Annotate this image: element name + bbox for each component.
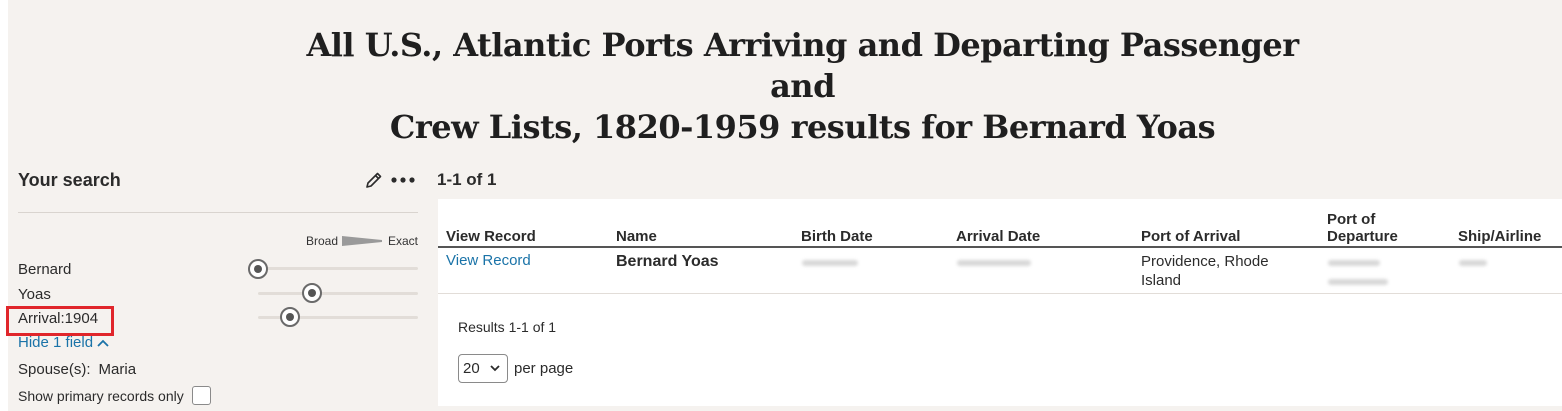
primary-records-label: Show primary records only bbox=[18, 388, 184, 404]
chevron-down-icon bbox=[490, 365, 500, 372]
birth-date-redacted bbox=[802, 260, 858, 266]
per-page-value: 20 bbox=[463, 360, 480, 377]
pencil-icon[interactable] bbox=[364, 170, 384, 190]
ellipsis-icon[interactable] bbox=[390, 170, 418, 190]
hide-fields-link[interactable]: Hide 1 field bbox=[18, 334, 109, 351]
first-name-slider-handle[interactable] bbox=[248, 259, 268, 279]
spouse-field: Spouse(s): Maria bbox=[18, 361, 136, 378]
column-header-ship-airline[interactable]: Ship/Airline bbox=[1458, 228, 1541, 245]
result-port-of-arrival: Providence, Rhode Island bbox=[1141, 253, 1269, 289]
spouse-value: Maria bbox=[98, 361, 137, 378]
search-term-first-name: Bernard bbox=[18, 261, 72, 278]
hide-fields-label: Hide 1 field bbox=[18, 334, 94, 351]
last-name-slider-handle[interactable] bbox=[302, 283, 322, 303]
page-title: All U.S., Atlantic Ports Arriving and De… bbox=[300, 25, 1305, 148]
column-header-view-record: View Record bbox=[446, 228, 536, 245]
port-of-departure-redacted-1 bbox=[1328, 260, 1380, 266]
scale-exact-label: Exact bbox=[388, 234, 419, 248]
result-count: 1-1 of 1 bbox=[437, 170, 497, 189]
result-name: Bernard Yoas bbox=[616, 253, 719, 270]
your-search-heading: Your search bbox=[18, 170, 121, 190]
column-header-birth-date[interactable]: Birth Date bbox=[801, 228, 873, 245]
ship-airline-redacted bbox=[1459, 260, 1487, 266]
results-range-text: Results 1-1 of 1 bbox=[458, 319, 557, 335]
page-title-line-2: Crew Lists, 1820-1959 results for Bernar… bbox=[389, 108, 1216, 146]
column-header-arrival-date[interactable]: Arrival Date bbox=[956, 228, 1040, 245]
column-header-port-of-arrival[interactable]: Port of Arrival bbox=[1141, 228, 1240, 245]
last-name-slider-track[interactable] bbox=[258, 292, 418, 295]
page-title-line-1: All U.S., Atlantic Ports Arriving and De… bbox=[306, 26, 1299, 105]
first-name-slider-track[interactable] bbox=[258, 267, 418, 270]
per-page-select[interactable]: 20 bbox=[458, 354, 508, 383]
per-page-label: per page bbox=[514, 360, 574, 377]
port-of-departure-line-2: Departure bbox=[1327, 228, 1398, 245]
port-of-departure-redacted-2 bbox=[1328, 279, 1388, 285]
broad-exact-wedge-icon bbox=[342, 236, 382, 246]
primary-records-checkbox[interactable] bbox=[192, 386, 211, 405]
port-of-departure-line-1: Port of bbox=[1327, 211, 1376, 228]
arrival-date-redacted bbox=[957, 260, 1031, 266]
column-header-port-of-departure[interactable]: Port of Departure bbox=[1327, 211, 1398, 245]
search-term-last-name: Yoas bbox=[18, 286, 51, 303]
chevron-up-icon bbox=[97, 339, 109, 347]
scale-broad-label: Broad bbox=[306, 234, 339, 248]
spouse-label: Spouse(s): bbox=[18, 361, 91, 378]
arrival-slider-handle[interactable] bbox=[280, 307, 300, 327]
column-header-name[interactable]: Name bbox=[616, 228, 657, 245]
view-record-link[interactable]: View Record bbox=[446, 252, 531, 269]
arrival-highlight-box bbox=[6, 306, 114, 336]
table-row-divider bbox=[438, 293, 1562, 294]
sidebar-divider bbox=[18, 212, 418, 213]
table-header-divider bbox=[438, 246, 1562, 248]
